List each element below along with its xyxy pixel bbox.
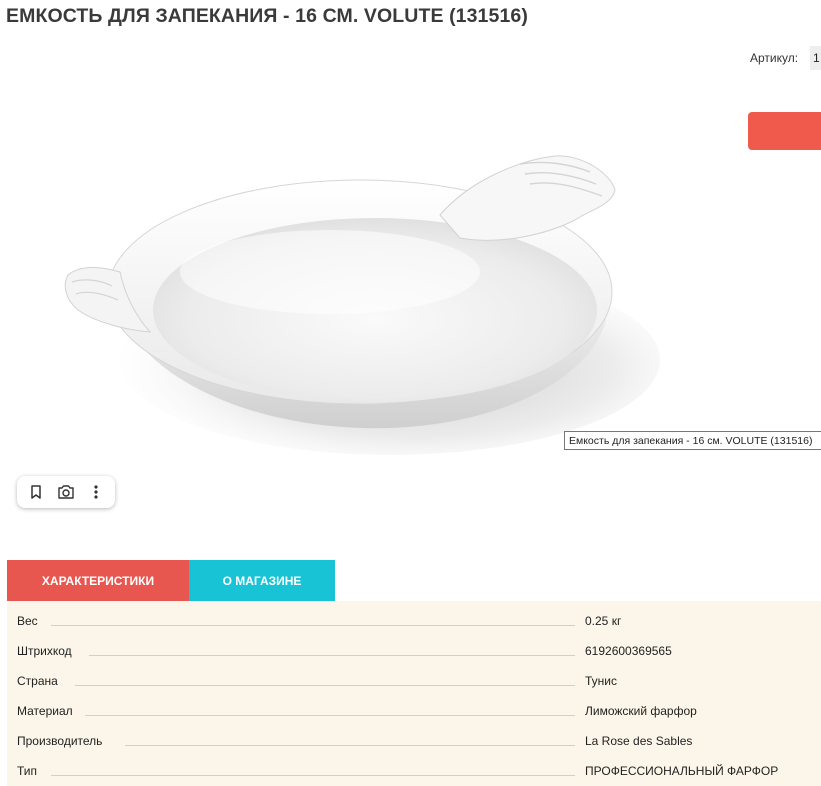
spec-name: Вес: [17, 614, 42, 628]
spec-leader-line: [51, 775, 575, 776]
spec-row: Штрихкод 6192600369565: [7, 631, 821, 661]
buy-button[interactable]: [748, 112, 821, 150]
spec-value: ПРОФЕССИОНАЛЬНЫЙ ФАРФОР: [585, 764, 779, 778]
spec-name: Производитель: [17, 734, 107, 748]
product-tabs: ХАРАКТЕРИСТИКИ О МАГАЗИНЕ: [7, 560, 335, 601]
spec-leader-line: [125, 745, 575, 746]
camera-lens-icon[interactable]: [55, 481, 77, 503]
spec-leader-line: [51, 625, 575, 626]
spec-name: Страна: [17, 674, 62, 688]
spec-value: 6192600369565: [585, 644, 672, 658]
tab-about-store[interactable]: О МАГАЗИНЕ: [189, 560, 335, 601]
image-toolbar: [17, 476, 115, 508]
spec-name: Тип: [17, 764, 42, 778]
spec-row: Вес 0.25 кг: [7, 601, 821, 631]
spec-name: Штрихкод: [17, 644, 76, 658]
product-image[interactable]: [0, 60, 740, 480]
spec-value: La Rose des Sables: [585, 734, 693, 748]
spec-row: Страна Тунис: [7, 661, 821, 691]
sku-value: 1: [810, 46, 821, 70]
spec-name: Материал: [17, 704, 77, 718]
sku-label: Артикул:: [750, 51, 799, 65]
spec-value: Тунис: [585, 674, 617, 688]
more-vertical-icon[interactable]: [85, 481, 107, 503]
image-caption: Емкость для запекания - 16 см. VOLUTE (1…: [564, 431, 821, 450]
product-title: ЕМКОСТЬ ДЛЯ ЗАПЕКАНИЯ - 16 СМ. VOLUTE (1…: [6, 5, 528, 27]
tab-characteristics[interactable]: ХАРАКТЕРИСТИКИ: [7, 560, 189, 601]
spec-row: Материал Лиможский фарфор: [7, 691, 821, 721]
spec-leader-line: [75, 685, 575, 686]
spec-row: Производитель La Rose des Sables: [7, 721, 821, 751]
spec-leader-line: [85, 715, 575, 716]
spec-value: Лиможский фарфор: [585, 704, 697, 718]
baking-dish-illustration: [64, 155, 660, 455]
specs-table: Вес 0.25 кг Штрихкод 6192600369565 Стран…: [7, 601, 821, 786]
spec-row: Тип ПРОФЕССИОНАЛЬНЫЙ ФАРФОР: [7, 751, 821, 781]
spec-leader-line: [89, 655, 575, 656]
bookmark-icon[interactable]: [25, 481, 47, 503]
spec-value: 0.25 кг: [585, 614, 622, 628]
